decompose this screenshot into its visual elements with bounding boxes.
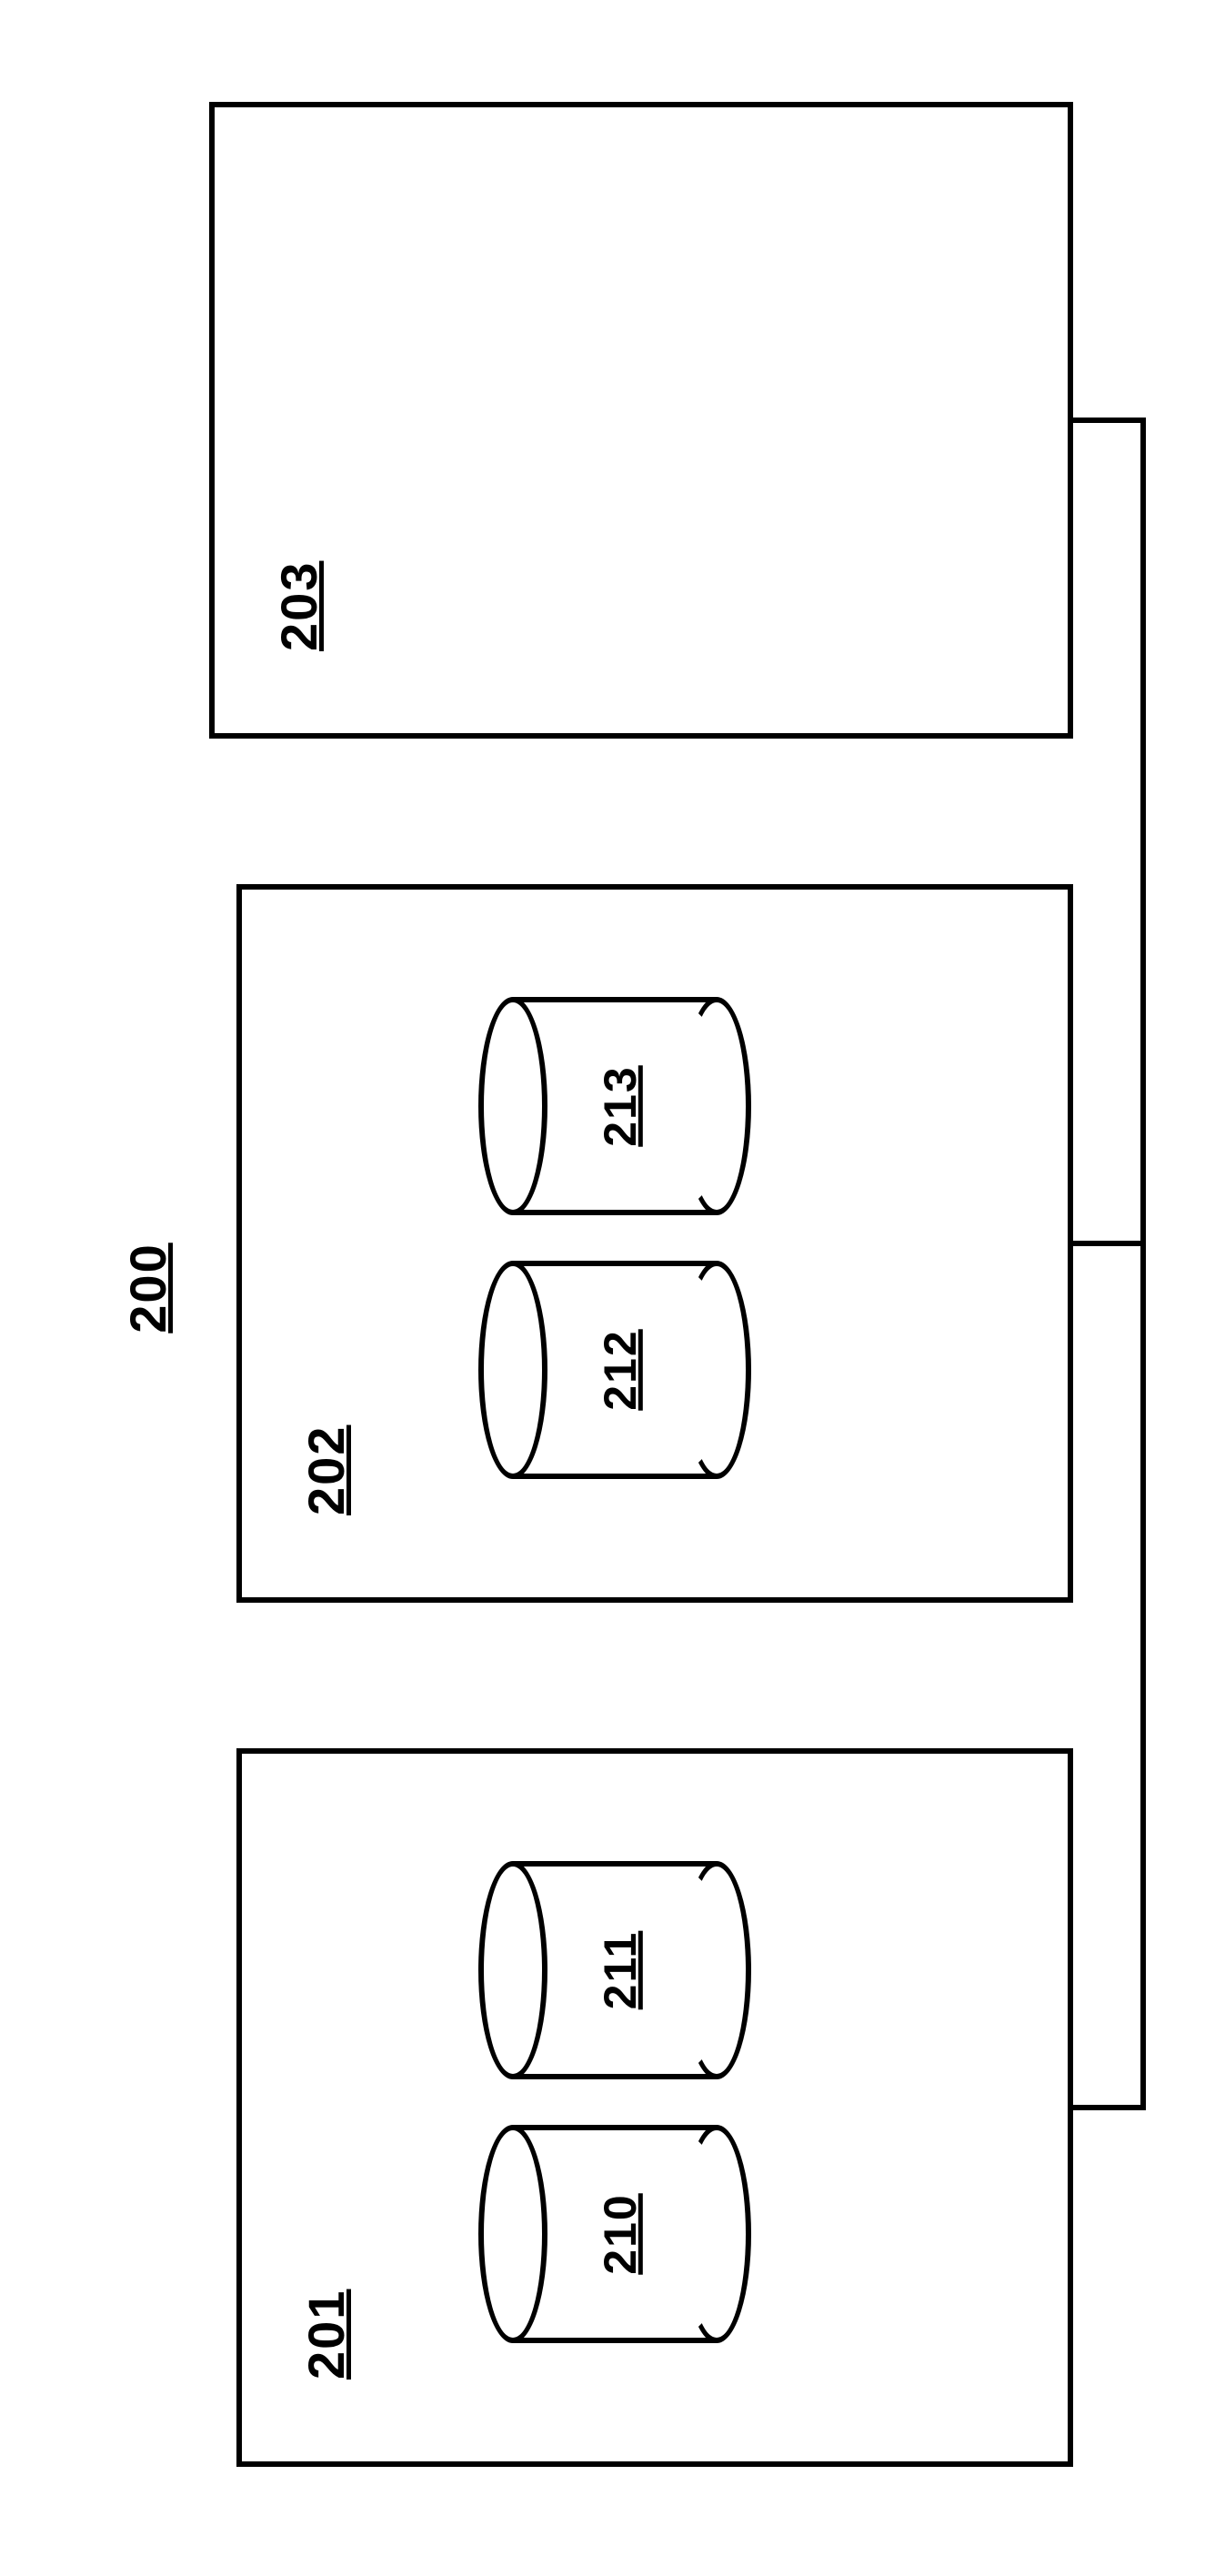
diagram-stage: 200 201 210 211 202 212 213 [0, 0, 1215, 2576]
box-202-label: 202 [296, 1425, 356, 1515]
cylinder-210: 210 [478, 2125, 751, 2343]
bus-drop-201 [1073, 2105, 1146, 2110]
cylinder-211: 211 [478, 1861, 751, 2079]
diagram-title: 200 [118, 1243, 177, 1333]
cylinder-212: 212 [478, 1261, 751, 1479]
box-202: 202 212 213 [236, 884, 1073, 1603]
box-203-label: 203 [269, 561, 328, 651]
bus-horizontal [1140, 420, 1146, 2110]
box-201-label: 201 [296, 2289, 356, 2380]
box-203: 203 [209, 102, 1073, 739]
bus-drop-202 [1073, 1241, 1146, 1246]
cylinder-213: 213 [478, 997, 751, 1215]
bus-drop-203 [1073, 418, 1146, 423]
cylinder-213-label: 213 [594, 1065, 647, 1146]
cylinder-212-label: 212 [594, 1329, 647, 1410]
cylinder-211-label: 211 [594, 1931, 647, 2010]
box-201: 201 210 211 [236, 1748, 1073, 2467]
cylinder-210-label: 210 [594, 2193, 647, 2274]
